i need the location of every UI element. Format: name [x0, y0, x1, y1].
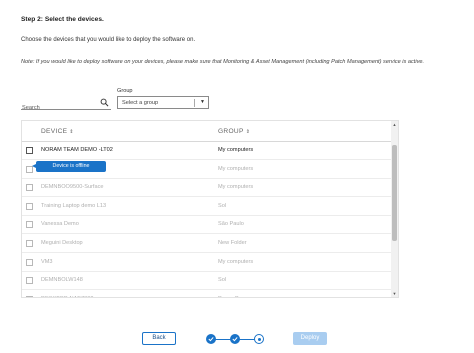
- table-row[interactable]: Vanessa Demo São Paulo: [22, 216, 392, 235]
- device-name: Meguini Desktop: [41, 240, 83, 246]
- table-row[interactable]: Training Laptop demo L13 Sol: [22, 198, 392, 216]
- devices-table: DEVICE ⇕ GROUP ⇕ NORAM TEAM DEMO -LT02 My c…: [21, 120, 399, 298]
- offline-tooltip: Device is offline: [32, 161, 106, 172]
- device-group: Demo Group: [218, 296, 250, 297]
- step-current-icon: [254, 334, 264, 344]
- device-name: NORAM TEAM DEMO -LT02: [41, 147, 113, 153]
- column-header-device[interactable]: DEVICE ⇕: [41, 128, 74, 135]
- table-row[interactable]: DESKTOP-NAE7802 Demo Group: [22, 291, 392, 297]
- table-header: DEVICE ⇕ GROUP ⇕: [22, 121, 392, 142]
- table-scrollbar[interactable]: ▲ ▼: [391, 121, 398, 297]
- column-header-group[interactable]: GROUP ⇕: [218, 128, 250, 135]
- device-group: My computers: [218, 165, 254, 172]
- device-group: Sol: [218, 277, 227, 284]
- table-row[interactable]: DEMNBOO9500-Surface My computers: [22, 179, 392, 198]
- device-group: São Paulo: [218, 221, 244, 228]
- search-icon[interactable]: [100, 98, 109, 107]
- row-checkbox[interactable]: [26, 258, 33, 266]
- step-title: Step 2: Select the devices.: [21, 16, 104, 23]
- select-divider: [194, 99, 195, 107]
- row-checkbox[interactable]: [26, 240, 33, 247]
- step-complete-icon: [206, 334, 216, 344]
- device-group: My computers: [218, 258, 254, 265]
- row-checkbox[interactable]: [26, 147, 33, 154]
- chevron-down-icon: ▼: [200, 99, 205, 105]
- scroll-down-icon[interactable]: ▼: [391, 290, 398, 297]
- service-note: Note: If you would like to deploy softwa…: [21, 59, 425, 65]
- group-label: Group: [117, 88, 133, 94]
- row-checkbox[interactable]: [26, 295, 33, 297]
- table-row[interactable]: DEMNBOLW148 Sol: [22, 272, 392, 291]
- device-group: Sol: [218, 202, 227, 209]
- device-name: DESKTOP-NAE7802: [41, 296, 93, 297]
- table-row[interactable]: NORAM TEAM DEMO -LT02 My computers: [22, 142, 392, 160]
- device-name: Training Laptop demo L13: [41, 202, 107, 209]
- device-name: VM3: [41, 258, 53, 265]
- column-header-label: DEVICE: [41, 128, 68, 135]
- device-group: My computers: [218, 184, 254, 191]
- scroll-up-icon[interactable]: ▲: [391, 121, 398, 128]
- device-name: DEMNBOO9500-Surface: [41, 184, 104, 191]
- sort-icon: ⇕: [69, 129, 74, 135]
- row-checkbox[interactable]: [26, 202, 33, 210]
- row-checkbox[interactable]: [26, 277, 33, 285]
- group-select[interactable]: Select a group ▼: [117, 96, 209, 109]
- device-group: New Folder: [218, 240, 247, 246]
- device-name: Vanessa Demo: [41, 221, 79, 228]
- search-input[interactable]: [21, 101, 99, 115]
- deploy-button[interactable]: Deploy: [293, 332, 327, 345]
- table-row[interactable]: VM3 My computers: [22, 254, 392, 272]
- progress-stepper: [206, 333, 266, 345]
- column-header-label: GROUP: [218, 128, 244, 135]
- search-box: [21, 96, 111, 115]
- group-select-value: Select a group: [122, 100, 159, 106]
- step-complete-icon: [230, 334, 240, 344]
- device-name: DEMNBOLW148: [41, 277, 83, 284]
- table-row[interactable]: Meguini Desktop New Folder: [22, 235, 392, 253]
- sort-icon: ⇕: [245, 129, 251, 135]
- row-checkbox[interactable]: [26, 221, 33, 229]
- back-button[interactable]: Back: [142, 332, 176, 345]
- step-instructions: Choose the devices that you would like t…: [21, 37, 196, 43]
- row-checkbox[interactable]: [26, 184, 33, 192]
- scrollbar-thumb[interactable]: [392, 145, 397, 241]
- device-group: My computers: [218, 147, 254, 153]
